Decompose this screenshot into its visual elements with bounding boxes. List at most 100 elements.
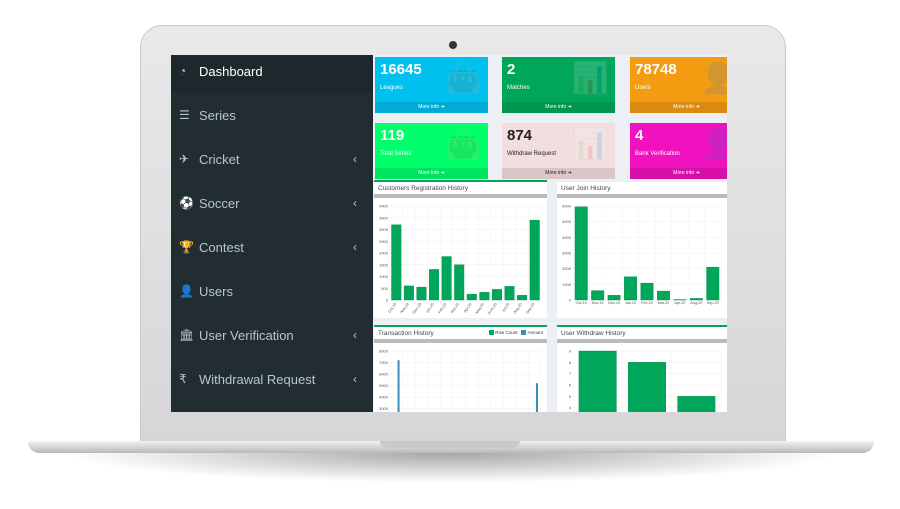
- chevron-left-icon: ‹: [353, 372, 357, 386]
- chevron-left-icon: ‹: [353, 196, 357, 210]
- y-tick-label: 2500: [379, 239, 389, 244]
- sidebar-item-label: Withdrawal Request: [199, 371, 316, 387]
- x-tick-label: Sep,20: [525, 302, 535, 314]
- user-icon: 👤: [699, 128, 727, 161]
- sidebar-item-label: Users: [199, 283, 233, 299]
- x-tick-label: June,20: [487, 302, 498, 315]
- y-tick-label: 4000: [562, 235, 572, 240]
- y-tick-label: 500: [381, 286, 388, 291]
- more-info-link[interactable]: More info ➜: [630, 102, 727, 113]
- user-withdraw-panel: User Withdraw History 4 5 6 7 8 9: [557, 325, 727, 412]
- bar: [578, 350, 617, 412]
- bar: [416, 286, 427, 301]
- y-tick-label: 6000: [379, 372, 389, 377]
- list-icon: ☰: [179, 108, 190, 122]
- y-tick-label: 0: [386, 298, 389, 303]
- customer-registration-chart: 0 500 1000 1500 2000 2500 3000 3500 4000 Oct,19 No…: [379, 204, 542, 316]
- chart-legend: Row Count Amount: [489, 330, 543, 336]
- sidebar-item-dashboard[interactable]: ◔ Dashboard: [171, 55, 373, 93]
- more-info-link[interactable]: More info ➜: [502, 102, 615, 113]
- bar-chart-icon: 📊: [571, 128, 609, 161]
- sidebar-item-withdrawal-request[interactable]: ₹ Withdrawal Request ‹: [171, 357, 373, 401]
- x-tick-label: Jul,20: [501, 302, 510, 313]
- stat-card-matches: 📊 2 Matches More info ➜: [502, 57, 615, 113]
- sidebar-item-contest[interactable]: 🏆 Contest ‹: [171, 225, 373, 269]
- stat-card-bank-verification: 👤 4 Bank Verification More info ➜: [630, 123, 727, 179]
- bar: [517, 295, 528, 301]
- y-tick-label: 9: [569, 349, 572, 354]
- sidebar-item-label: User Verification: [199, 327, 294, 343]
- bar: [466, 293, 477, 301]
- user-icon: 👤: [699, 62, 727, 95]
- more-info-link[interactable]: More info ➜: [375, 168, 488, 179]
- legend-row-count[interactable]: Row Count: [489, 330, 517, 336]
- sidebar-item-users[interactable]: 👤 Users: [171, 269, 373, 313]
- stat-card-leagues: 👜 16645 Leagues More info ➜: [375, 57, 488, 113]
- y-tick-label: 7: [569, 371, 572, 376]
- plane-icon: ✈: [179, 152, 190, 166]
- transaction-history-panel: Transaction History Row Count Amount 300…: [374, 325, 547, 412]
- bar: [677, 396, 716, 412]
- x-tick-label: Aug,20: [513, 302, 523, 314]
- bar: [429, 269, 440, 301]
- more-info-link[interactable]: More info ➜: [630, 168, 727, 179]
- x-tick-label: Sep,20: [707, 301, 719, 305]
- bar: [628, 362, 666, 412]
- bar: [656, 290, 670, 301]
- x-tick-label: Jan,20: [625, 301, 636, 305]
- sidebar-item-label: Contest: [199, 239, 244, 255]
- y-tick-label: 3000: [562, 251, 572, 256]
- sidebar-item-label: Cricket: [199, 151, 240, 167]
- customer-registration-panel: Customers Registration History 0 500 1000 1…: [374, 180, 547, 318]
- user-join-chart: 0 1000 2000 3000 4000 5000 6000 Oct,19 Nov,19 Dec…: [562, 204, 722, 305]
- trophy-icon: 🏆: [179, 240, 194, 254]
- stat-value: 78748: [635, 61, 677, 78]
- x-tick-label: Feb,20: [641, 301, 653, 305]
- x-tick-label: Mar,20: [658, 301, 670, 305]
- legend-amount[interactable]: Amount: [521, 330, 543, 336]
- shopping-bag-icon: 👜: [444, 128, 482, 161]
- y-tick-label: 5: [569, 394, 572, 399]
- sidebar-item-cricket[interactable]: ✈ Cricket ‹: [171, 137, 373, 181]
- x-tick-label: Dec,19: [608, 301, 620, 305]
- stat-value: 16645: [380, 61, 422, 78]
- y-tick-label: 1000: [379, 274, 389, 279]
- more-info-link[interactable]: More info ➜: [375, 102, 488, 113]
- more-info-link[interactable]: More info ➜: [502, 168, 615, 179]
- dashboard-icon: ◔: [179, 64, 187, 78]
- stat-value: 2: [507, 61, 516, 78]
- shopping-bag-icon: 👜: [444, 62, 482, 95]
- x-tick-label: Mar,20: [450, 302, 460, 314]
- sidebar-item-soccer[interactable]: ⚽ Soccer ‹: [171, 181, 373, 225]
- transaction-history-chart: 3000 4000 5000 6000 7000 8000: [379, 349, 542, 412]
- bar-amount: [397, 360, 400, 412]
- stat-label: Matches: [507, 85, 530, 91]
- y-tick-label: 1000: [562, 282, 572, 287]
- user-icon: 👤: [179, 284, 194, 298]
- bar: [624, 276, 638, 301]
- stat-value: 874: [507, 127, 533, 144]
- y-tick-label: 2000: [562, 266, 572, 271]
- stat-card-users: 👤 78748 Users More info ➜: [630, 57, 727, 113]
- bar: [504, 286, 515, 301]
- panel-title: User Join History: [557, 182, 727, 198]
- x-tick-label: Apr,20: [674, 301, 685, 305]
- laptop-shadow: [60, 453, 840, 483]
- y-tick-label: 7000: [379, 360, 389, 365]
- rupee-icon: ₹: [179, 372, 187, 386]
- x-tick-label: Dec,19: [412, 302, 422, 314]
- sidebar-item-user-verification[interactable]: 🏛 User Verification ‹: [171, 313, 373, 357]
- panel-title: User Withdraw History: [557, 327, 727, 343]
- y-tick-label: 5000: [379, 383, 389, 388]
- bar: [607, 295, 621, 301]
- sidebar-item-series[interactable]: ☰ Series: [171, 93, 373, 137]
- screen: ◔ Dashboard ☰ Series ✈ Cricket ‹ ⚽ Soccer ‹ 🏆 Conte…: [171, 55, 727, 412]
- bar: [479, 292, 490, 301]
- y-tick-label: 4: [569, 405, 572, 410]
- chevron-left-icon: ‹: [353, 152, 357, 166]
- bank-icon: 🏛: [179, 328, 195, 342]
- stat-card-withdraw-request: 📊 874 Withdraw Request More info ➜: [502, 123, 615, 179]
- sidebar: ◔ Dashboard ☰ Series ✈ Cricket ‹ ⚽ Soccer ‹ 🏆 Conte…: [171, 55, 373, 412]
- laptop-notch: [380, 441, 520, 448]
- x-tick-label: Feb,20: [437, 302, 447, 314]
